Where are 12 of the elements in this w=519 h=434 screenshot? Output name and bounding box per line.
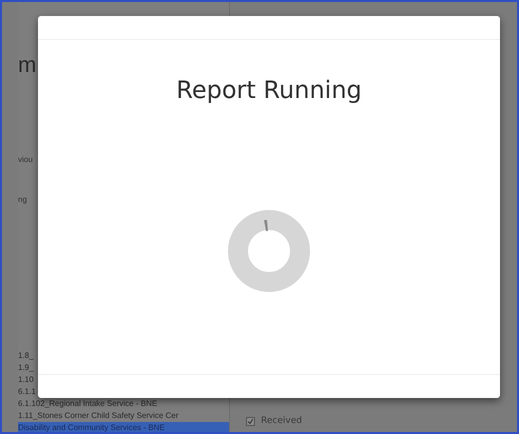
modal-title: Report Running <box>175 75 363 106</box>
loading-spinner-icon <box>227 209 311 293</box>
list-item[interactable]: 1.9_ <box>18 362 34 374</box>
list-item[interactable]: 6.1.102_Regional Intake Service - BNE <box>18 398 158 410</box>
checkbox[interactable] <box>246 416 255 426</box>
page-title: m <box>18 52 36 78</box>
field-label: ng <box>18 194 28 206</box>
list-item[interactable]: 6.1.1 <box>18 386 36 398</box>
list-item[interactable]: 1.8_ <box>18 350 34 362</box>
checkbox-label: Received <box>261 414 302 428</box>
list-item[interactable]: 1.11_Stones Corner Child Safety Service Cer <box>18 410 178 422</box>
list-item[interactable]: 1.10 <box>18 374 34 386</box>
